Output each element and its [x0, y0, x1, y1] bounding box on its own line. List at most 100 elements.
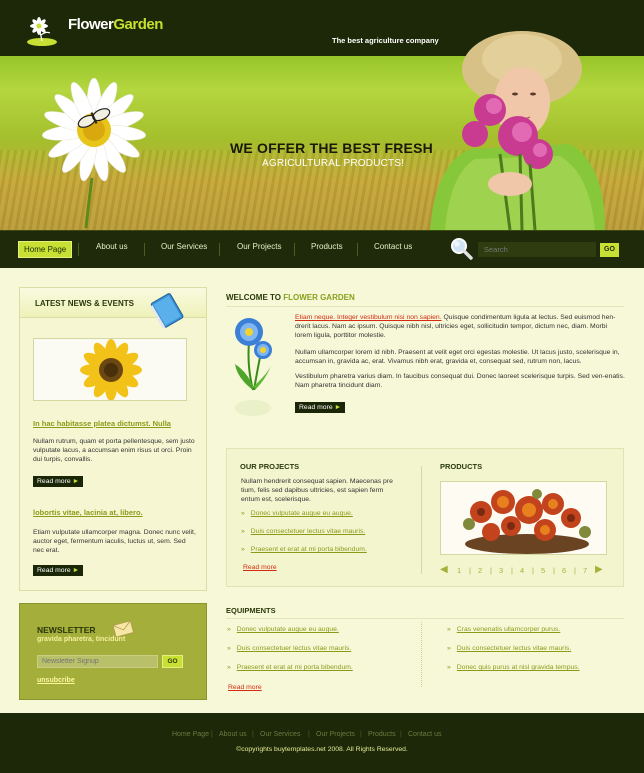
page-7[interactable]: 7: [583, 566, 587, 575]
equip-item-label: Praesent et erat at mi porta bibendum.: [236, 664, 353, 671]
projects-item-2[interactable]: » Duis consectetuer lectus vitae mauris.: [241, 528, 365, 535]
divider: [421, 622, 422, 687]
arrow-right-icon: ►: [72, 478, 80, 485]
equip-item-label: Donec vulputate augue eu augue.: [236, 626, 339, 633]
page-separator: |: [469, 566, 471, 575]
equip-item-label: Cras venenatis ullamcorper purus.: [456, 626, 561, 633]
arrow-icon: »: [447, 664, 451, 671]
read-more-label: Read more: [37, 567, 71, 574]
welcome-read-more[interactable]: Read more ►: [295, 402, 346, 413]
footer-link-home[interactable]: Home Page: [172, 731, 209, 738]
arrow-icon: »: [241, 546, 245, 553]
equip-left-item-2[interactable]: » Duis consectetuer lectus vitae mauris.: [227, 645, 351, 652]
nav-separator: [357, 243, 358, 256]
sunflower-image: [33, 338, 187, 401]
projects-item-3[interactable]: » Praesent et erat at mi porta bibendum.: [241, 546, 367, 553]
footer-link-services[interactable]: Our Services: [260, 731, 300, 738]
prev-arrow-icon[interactable]: ◀: [440, 564, 448, 575]
arrow-right-icon: ►: [334, 404, 342, 411]
read-more-label: Read more: [299, 404, 333, 411]
arrow-right-icon: ►: [72, 567, 80, 574]
page-6[interactable]: 6: [562, 566, 566, 575]
logo-word-garden: Garden: [113, 16, 163, 33]
divider: [226, 618, 624, 619]
footer-separator: |: [211, 731, 213, 738]
promo-subline: AGRICULTURAL PRODUCTS!: [262, 158, 405, 169]
page-separator: |: [553, 566, 555, 575]
page-separator: |: [511, 566, 513, 575]
footer-link-contact[interactable]: Contact us: [408, 731, 441, 738]
welcome-title-prefix: WELCOME TO: [226, 293, 281, 302]
header-banner: FlowerGarden The best agriculture compan…: [0, 0, 644, 230]
page-1[interactable]: 1: [457, 566, 461, 575]
footer-separator: |: [400, 731, 402, 738]
news-link-2[interactable]: lobortis vitae, lacinia at, libero.: [33, 508, 143, 517]
equip-left-item-1[interactable]: » Donec vulputate augue eu augue.: [227, 626, 339, 633]
book-icon: [150, 293, 184, 330]
products-image[interactable]: [440, 481, 607, 555]
envelope-icon: [112, 620, 134, 638]
welcome-highlight-link[interactable]: Etiam neque. Integer vestibulum nisi non…: [295, 314, 442, 321]
search-button[interactable]: GO: [600, 243, 619, 257]
arrow-icon: »: [447, 626, 451, 633]
welcome-paragraph-3: Vestibulum pharetra varius diam. In fauc…: [295, 373, 625, 389]
equip-right-item-1[interactable]: » Cras venenatis ullamcorper purus.: [447, 626, 560, 633]
projects-item-1[interactable]: » Donec vulputate augue eu augue.: [241, 510, 353, 517]
woman-with-flowers-image: [430, 31, 605, 230]
footer: Home Page | About us | Our Services | Ou…: [0, 713, 644, 773]
next-arrow-icon[interactable]: ▶: [595, 564, 603, 575]
latest-news-panel: LATEST NEWS & EVENTS In hac habitasse pl…: [19, 287, 207, 591]
arrow-icon: »: [241, 510, 245, 517]
promo-headline: WE OFFER THE BEST FRESH: [230, 140, 433, 156]
logo-text[interactable]: FlowerGarden: [68, 16, 163, 33]
nav-home[interactable]: Home Page: [18, 241, 73, 258]
divider: [226, 306, 624, 307]
nav-contact[interactable]: Contact us: [374, 242, 412, 251]
equip-left-item-3[interactable]: » Praesent et erat at mi porta bibendum.: [227, 664, 353, 671]
page-separator: |: [490, 566, 492, 575]
unsubscribe-link[interactable]: unsubcribe: [37, 677, 75, 684]
search-input[interactable]: [478, 242, 596, 257]
nav-services[interactable]: Our Services: [161, 242, 207, 251]
nav-products[interactable]: Products: [311, 242, 343, 251]
page-separator: |: [574, 566, 576, 575]
search-icon[interactable]: [450, 237, 474, 261]
nav-about[interactable]: About us: [96, 242, 128, 251]
page-4[interactable]: 4: [520, 566, 524, 575]
news-read-more-2[interactable]: Read more ►: [33, 565, 84, 576]
footer-separator: |: [308, 731, 310, 738]
news-text-1: Nullam rutrum, quam et porta pellentesqu…: [33, 438, 195, 463]
equip-item-label: Duis consectetuer lectus vitae mauris.: [456, 645, 572, 652]
nav-separator: [219, 243, 220, 256]
newsletter-go-button[interactable]: GO: [162, 655, 183, 668]
projects-item-label: Praesent et erat at mi porta bibendum.: [250, 546, 367, 553]
news-link-1[interactable]: In hac habitasse platea dictumst. Nulla: [33, 419, 171, 428]
equip-right-item-2[interactable]: » Duis consectetuer lectus vitae mauris.: [447, 645, 571, 652]
nav-separator: [294, 243, 295, 256]
newsletter-title: NEWSLETTER: [37, 625, 96, 635]
equip-read-more[interactable]: Read more: [228, 684, 262, 691]
footer-link-products[interactable]: Products: [368, 731, 396, 738]
flower-logo-icon[interactable]: [24, 13, 64, 47]
newsletter-email-input[interactable]: [37, 655, 158, 668]
equipments-title: EQUIPMENTS: [226, 606, 276, 615]
page-3[interactable]: 3: [499, 566, 503, 575]
arrow-icon: »: [227, 626, 231, 633]
nav-separator: [78, 243, 79, 256]
footer-link-about[interactable]: About us: [219, 731, 247, 738]
projects-title: OUR PROJECTS: [240, 462, 300, 471]
blue-flowers-image: [235, 318, 272, 416]
footer-link-projects[interactable]: Our Projects: [316, 731, 355, 738]
page-separator: |: [532, 566, 534, 575]
page-5[interactable]: 5: [541, 566, 545, 575]
nav-projects[interactable]: Our Projects: [237, 242, 281, 251]
newsletter-panel: NEWSLETTER gravida pharetra, tincidunt G…: [19, 603, 207, 700]
products-title: PRODUCTS: [440, 462, 483, 471]
page-2[interactable]: 2: [478, 566, 482, 575]
news-read-more-1[interactable]: Read more ►: [33, 476, 84, 487]
equip-right-item-3[interactable]: » Donec quis purus at nisl gravida tempus…: [447, 664, 580, 671]
nav-separator: [144, 243, 145, 256]
welcome-paragraph-2: Nullam ullamcorper lorem id nibh. Praese…: [295, 349, 620, 365]
projects-read-more[interactable]: Read more: [243, 564, 277, 571]
footer-separator: |: [252, 731, 254, 738]
